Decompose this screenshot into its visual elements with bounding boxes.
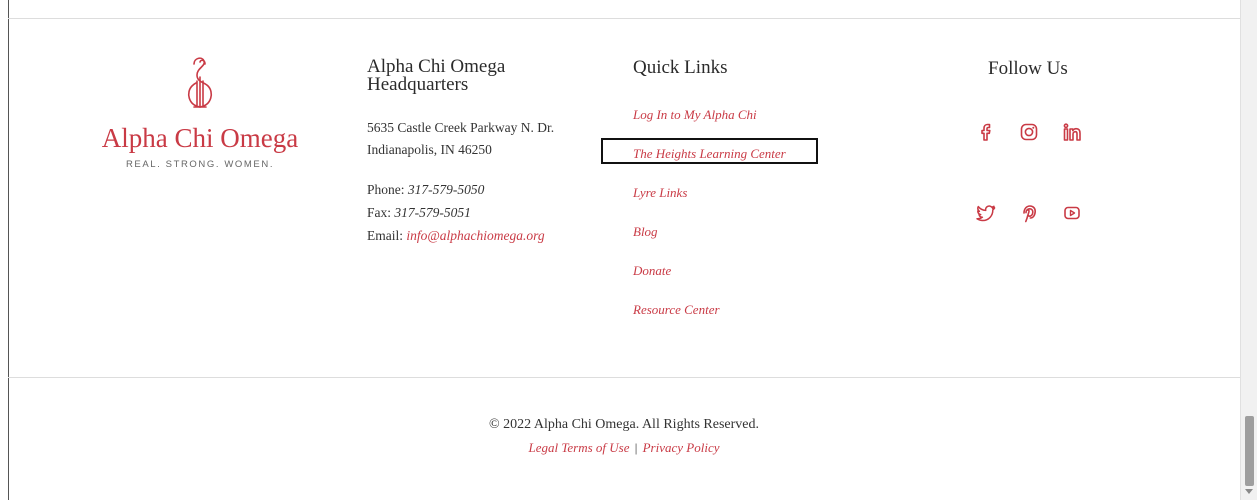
address-block: 5635 Castle Creek Parkway N. Dr. Indiana… [367,117,597,161]
address-line-1: 5635 Castle Creek Parkway N. Dr. [367,120,555,135]
top-divider [8,18,1240,19]
email-label: Email: [367,228,403,243]
facebook-icon[interactable] [975,121,997,143]
link-separator: | [634,440,638,455]
pinterest-icon[interactable] [1018,202,1040,224]
copyright-text: © 2022 Alpha Chi Omega. All Rights Reser… [488,417,759,432]
headquarters-title: Alpha Chi Omega Headquarters [367,56,506,95]
contact-block: Phone: 317-579-5050 Fax: 317-579-5051 Em… [367,178,597,247]
headquarters-section: Alpha Chi Omega Headquarters 5635 Castle… [367,56,597,247]
fax-row: Fax: 317-579-5051 [367,201,597,224]
linkedin-icon[interactable] [1061,121,1083,143]
fax-label: Fax: [367,205,392,220]
email-row: Email: info@alphachiomega.org [367,224,597,247]
quick-links-title: Quick Links [633,57,728,78]
brand-logo[interactable]: Alpha Chi Omega REAL. STRONG. WOMEN. [95,55,305,170]
brand-name: Alpha Chi Omega [101,123,299,153]
brand-tagline: REAL. STRONG. WOMEN. [125,159,275,170]
phone-row: Phone: 317-579-5050 [367,178,597,201]
instagram-icon[interactable] [1018,121,1040,143]
privacy-policy-link[interactable]: Privacy Policy [643,440,720,455]
quick-link-blog[interactable]: Blog [633,222,658,242]
youtube-icon[interactable] [1061,202,1083,224]
quick-link-donate[interactable]: Donate [633,261,671,281]
bottom-divider [8,377,1240,378]
scrollbar-thumb[interactable] [1245,416,1254,486]
quick-link-resource-center[interactable]: Resource Center [633,300,720,320]
legal-links: Legal Terms of Use | Privacy Policy [8,440,1240,456]
address-line-2: Indianapolis, IN 46250 [367,142,492,157]
vertical-scrollbar[interactable] [1240,0,1257,500]
phone-number: 317-579-5050 [407,182,485,197]
legal-terms-link[interactable]: Legal Terms of Use [528,440,629,455]
quick-link-lyre-links[interactable]: Lyre Links [633,183,687,203]
lyre-icon [187,57,213,108]
scroll-down-arrow-icon[interactable] [1245,489,1253,494]
quick-links-section: Quick Links Log In to My Alpha Chi The H… [633,57,873,318]
email-link[interactable]: info@alphachiomega.org [406,228,544,243]
twitter-icon[interactable] [975,202,997,224]
phone-label: Phone: [367,182,405,197]
fax-number: 317-579-5051 [394,205,471,220]
follow-us-title: Follow Us [988,58,1068,79]
selection-highlight [601,138,818,164]
quick-link-login[interactable]: Log In to My Alpha Chi [633,105,757,125]
